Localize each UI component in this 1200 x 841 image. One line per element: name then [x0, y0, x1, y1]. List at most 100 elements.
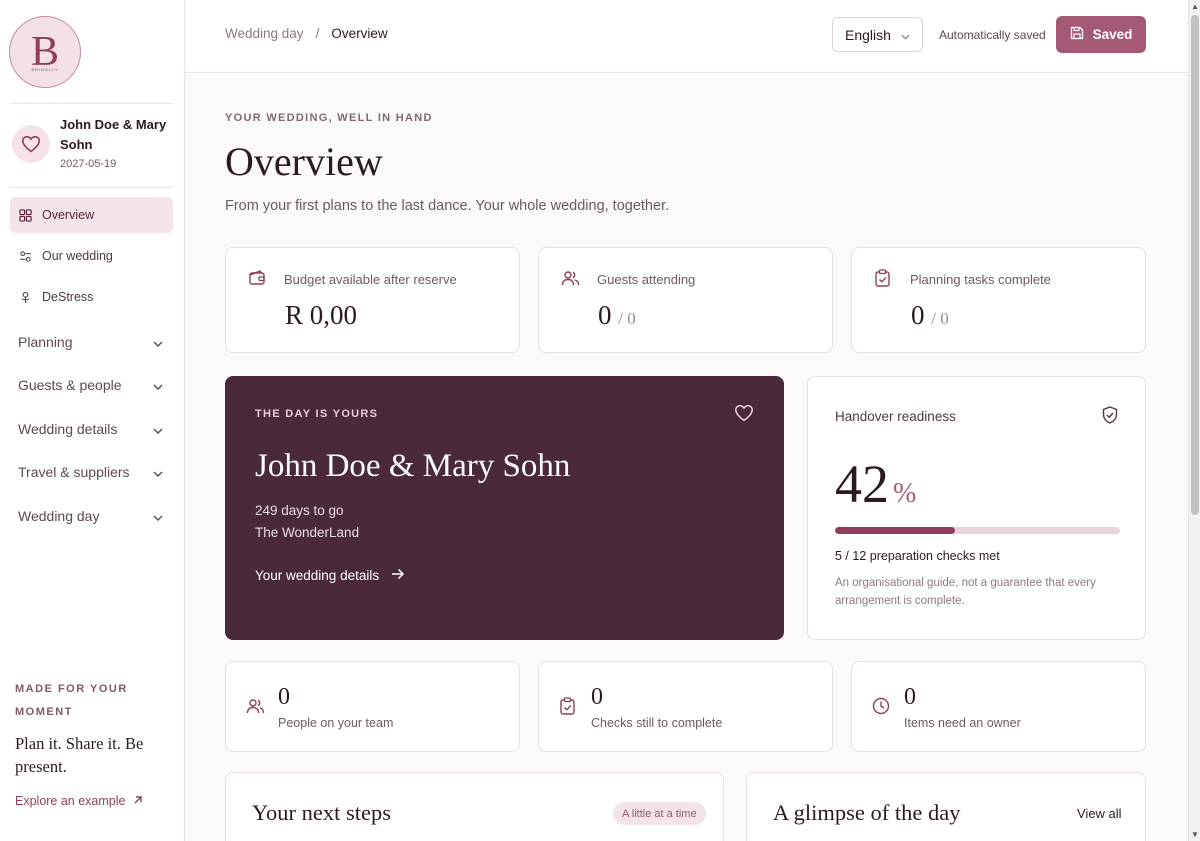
save-icon	[1070, 26, 1084, 43]
sidebar-group-label: Wedding day	[18, 507, 100, 524]
mini-stat-label: Items need an owner	[904, 716, 1021, 730]
sidebar-footer-tagline: Plan it. Share it. Be present.	[15, 734, 144, 776]
saved-button[interactable]: Saved	[1056, 16, 1146, 53]
next-steps-title: Your next steps	[252, 800, 391, 825]
couple-names: John Doe & Mary Sohn	[60, 117, 167, 152]
sidebar-group-label: Wedding details	[18, 420, 118, 437]
language-select[interactable]: English	[832, 17, 923, 52]
stat-value: 0 / 0	[598, 300, 636, 331]
sidebar-nav: Overview Our wedding DeStress Planning G…	[10, 197, 173, 538]
shield-check-icon	[1102, 406, 1118, 429]
clipboard-check-icon	[559, 697, 576, 720]
mini-stat-team: 0 People on your team	[225, 661, 520, 752]
chevron-down-icon	[153, 334, 163, 350]
breadcrumb-current: Overview	[331, 26, 388, 41]
next-steps-card: Your next steps A little at a time	[225, 772, 724, 841]
mini-stat-label: People on your team	[278, 716, 394, 730]
readiness-progress-fill	[835, 527, 955, 534]
readiness-percent-value: 42	[835, 454, 889, 514]
sidebar-item-label: DeStress	[42, 290, 94, 304]
wallet-icon	[248, 269, 266, 292]
chevron-down-icon	[153, 421, 163, 437]
sidebar-item-destress[interactable]: DeStress	[10, 279, 173, 315]
view-all-link[interactable]: View all	[1077, 806, 1122, 821]
mini-stat-value: 0	[591, 684, 603, 710]
clipboard-check-icon	[874, 269, 891, 292]
saved-button-label: Saved	[1092, 27, 1133, 42]
language-value: English	[845, 26, 891, 43]
sidebar-item-label: Overview	[42, 208, 95, 222]
stat-card-budget: Budget available after reserve R 0,00	[225, 247, 520, 353]
sidebar-divider	[10, 103, 173, 104]
main-content: YOUR WEDDING, WELL IN HAND Overview From…	[185, 74, 1188, 841]
wedding-hero-card: THE DAY IS YOURS John Doe & Mary Sohn 24…	[225, 376, 784, 640]
heart-icon[interactable]	[734, 404, 754, 427]
venue: The WonderLand	[255, 525, 360, 540]
breadcrumb: Wedding day / Overview	[225, 26, 388, 41]
readiness-percent: 42%	[835, 453, 916, 515]
explore-example-label: Explore an example	[15, 794, 126, 808]
stat-value-main: 0	[598, 300, 612, 330]
sidebar-item-our-wedding[interactable]: Our wedding	[10, 238, 173, 274]
stat-value-main: R 0,00	[285, 300, 358, 330]
sidebar-footer-eyebrow: MADE FOR YOUR MOMENT	[15, 683, 128, 718]
mini-stat-value: 0	[904, 684, 916, 710]
stat-card-tasks: Planning tasks complete 0 / 0	[851, 247, 1146, 353]
readiness-label: Handover readiness	[835, 409, 956, 424]
sliders-icon	[19, 249, 33, 263]
brand-logo[interactable]: B BRIDALLY	[9, 16, 81, 88]
flower-icon	[19, 290, 33, 304]
logo-subtext: BRIDALLY	[31, 67, 59, 72]
sidebar-group-label: Planning	[18, 333, 73, 350]
hero-couple-names: John Doe & Mary Sohn	[255, 448, 571, 484]
stat-card-guests: Guests attending 0 / 0	[538, 247, 833, 353]
stat-value-main: 0	[911, 300, 925, 330]
mini-stat-checks: 0 Checks still to complete	[538, 661, 833, 752]
stat-label: Guests attending	[597, 272, 696, 287]
autosave-status: Automatically saved	[939, 28, 1046, 42]
users-icon	[246, 697, 265, 720]
sidebar-group-planning[interactable]: Planning	[10, 320, 173, 364]
wedding-details-link[interactable]: Your wedding details	[255, 568, 405, 583]
breadcrumb-separator: /	[315, 26, 320, 41]
top-header: Wedding day / Overview English Automatic…	[185, 0, 1188, 73]
grid-icon	[19, 208, 33, 222]
scroll-up-icon[interactable]: ▲	[1191, 2, 1199, 11]
stat-value-total: / 0	[931, 309, 949, 328]
sidebar-group-wedding-details[interactable]: Wedding details	[10, 407, 173, 451]
arrow-up-right-icon	[133, 794, 143, 808]
countdown: 249 days to go	[255, 503, 344, 518]
readiness-checks: 5 / 12 preparation checks met	[835, 549, 1000, 563]
stat-value: 0 / 0	[911, 300, 949, 331]
stat-value-total: / 0	[618, 309, 636, 328]
stat-label: Planning tasks complete	[910, 272, 1051, 287]
scrollbar-thumb[interactable]	[1191, 15, 1199, 515]
stat-label: Budget available after reserve	[284, 272, 457, 287]
page-subtitle: From your first plans to the last dance.…	[225, 198, 670, 214]
page-title: Overview	[225, 139, 383, 184]
mini-stat-label: Checks still to complete	[591, 716, 723, 730]
chevron-down-icon	[153, 464, 163, 480]
next-steps-pill: A little at a time	[613, 802, 706, 825]
couple-profile[interactable]: John Doe & Mary Sohn 2027-05-19	[12, 115, 175, 170]
chevron-down-icon	[153, 377, 163, 393]
users-icon	[561, 269, 580, 292]
sidebar-group-travel-suppliers[interactable]: Travel & suppliers	[10, 451, 173, 495]
sidebar-item-overview[interactable]: Overview	[10, 197, 173, 233]
page-eyebrow: YOUR WEDDING, WELL IN HAND	[225, 112, 433, 124]
sidebar-footer: MADE FOR YOUR MOMENT Plan it. Share it. …	[15, 678, 165, 808]
arrow-right-icon	[391, 568, 405, 583]
sidebar-group-guests-people[interactable]: Guests & people	[10, 364, 173, 408]
scroll-down-icon[interactable]: ▼	[1191, 830, 1199, 839]
readiness-progress-bar	[835, 527, 1120, 534]
mini-stat-owners: 0 Items need an owner	[851, 661, 1146, 752]
readiness-note: An organisational guide, not a guarantee…	[835, 577, 1096, 607]
page-scrollbar[interactable]: ▲ ▼	[1188, 0, 1200, 841]
mini-stat-value: 0	[278, 684, 290, 710]
handover-readiness-card: Handover readiness 42% 5 / 12 preparatio…	[807, 376, 1146, 640]
readiness-percent-symbol: %	[893, 478, 917, 509]
breadcrumb-parent[interactable]: Wedding day	[225, 26, 304, 41]
sidebar-group-wedding-day[interactable]: Wedding day	[10, 494, 173, 538]
explore-example-link[interactable]: Explore an example	[15, 794, 165, 808]
glimpse-card: A glimpse of the day View all	[746, 772, 1146, 841]
